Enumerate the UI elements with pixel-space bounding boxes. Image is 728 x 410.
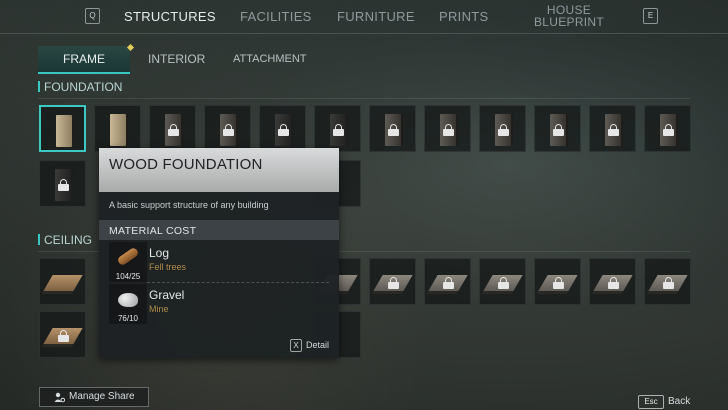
lock-icon [443,124,454,136]
item-slot[interactable] [39,258,86,305]
lock-icon [388,124,399,136]
subtab-frame-label: FRAME [63,52,105,66]
item-slot[interactable] [369,105,416,152]
detail-key: X [289,339,302,352]
lock-icon [498,124,509,136]
wood-wall-icon [110,114,126,146]
material-divider [147,282,329,283]
detail-button[interactable]: X Detail [289,339,329,352]
item-slot[interactable] [589,105,636,152]
section-ceiling: CEILING [38,233,92,247]
tooltip-description: A basic support structure of any buildin… [109,200,269,210]
tooltip-title: WOOD FOUNDATION [109,156,263,173]
lock-icon [443,277,454,289]
prev-category-key[interactable]: Q [85,8,100,24]
item-slot[interactable] [534,258,581,305]
lock-icon [553,124,564,136]
material-cost-header: MATERIAL COST [99,220,339,240]
lock-icon [388,277,399,289]
tab-facilities[interactable]: FACILITIES [240,9,312,24]
section-accent [38,234,40,245]
lock-icon [608,124,619,136]
tooltip-header: WOOD FOUNDATION [99,148,339,192]
item-slot[interactable] [204,105,251,152]
item-slot[interactable] [424,258,471,305]
section-accent [38,81,40,92]
material-icon-box: 76/10 [109,284,147,324]
material-cost-label: MATERIAL COST [109,225,197,237]
lock-icon [608,277,619,289]
wood-ceiling-icon [43,275,83,291]
manage-share-label: Manage Share [69,391,135,402]
top-nav-divider [0,33,728,34]
lock-icon [498,277,509,289]
item-wood-foundation[interactable] [39,105,86,152]
material-icon-box: 104/25 [109,242,147,282]
item-slot[interactable] [644,105,691,152]
tab-house-blueprint[interactable]: HOUSE BLUEPRINT [530,4,608,28]
item-slot[interactable] [479,105,526,152]
lock-icon [663,124,674,136]
subtab-interior[interactable]: INTERIOR [148,46,205,72]
lock-icon [663,277,674,289]
section-foundation-title: FOUNDATION [44,80,123,94]
tab-prints[interactable]: PRINTS [439,9,488,24]
lock-icon [278,124,289,136]
item-slot[interactable] [479,258,526,305]
material-count: 76/10 [117,314,139,323]
item-slot[interactable] [644,258,691,305]
material-name: Gravel [149,288,185,302]
material-source: Fell trees [149,262,187,272]
lock-icon [168,124,179,136]
back-label[interactable]: Back [668,396,690,407]
material-row: 76/10 Gravel Mine [109,284,329,324]
gravel-icon [118,293,138,307]
item-slot[interactable] [94,105,141,152]
item-slot[interactable] [149,105,196,152]
material-count: 104/25 [115,272,141,281]
esc-key[interactable]: Esc [638,395,664,409]
lock-icon [553,277,564,289]
next-category-key[interactable]: E [643,8,658,24]
material-source: Mine [149,304,169,314]
detail-label: Detail [305,340,329,350]
item-slot[interactable] [589,258,636,305]
lock-icon [58,179,69,191]
lock-icon [333,124,344,136]
tab-structures[interactable]: STRUCTURES [124,9,216,24]
subtab-frame[interactable]: FRAME [38,43,135,74]
top-nav: Q STRUCTURES FACILITIES FURNITURE PRINTS… [0,0,728,34]
item-slot[interactable] [369,258,416,305]
manage-share-button[interactable]: Manage Share [39,387,149,407]
item-tooltip: WOOD FOUNDATION A basic support structur… [99,148,339,358]
item-slot[interactable] [39,160,86,207]
lock-icon [223,124,234,136]
log-icon [116,246,140,267]
subtab-attachment[interactable]: ATTACHMENT [233,46,307,72]
tab-furniture[interactable]: FURNITURE [337,9,415,24]
item-slot[interactable] [424,105,471,152]
section-divider [38,98,690,99]
item-slot[interactable] [314,105,361,152]
material-row: 104/25 Log Fell trees [109,242,329,283]
wood-foundation-icon [56,115,72,147]
section-foundation: FOUNDATION [38,80,122,94]
item-slot[interactable] [39,311,86,358]
section-ceiling-title: CEILING [44,233,93,247]
item-slot[interactable] [259,105,306,152]
lock-icon [58,330,69,342]
item-slot[interactable] [534,105,581,152]
material-name: Log [149,246,170,260]
share-user-icon [54,392,65,403]
